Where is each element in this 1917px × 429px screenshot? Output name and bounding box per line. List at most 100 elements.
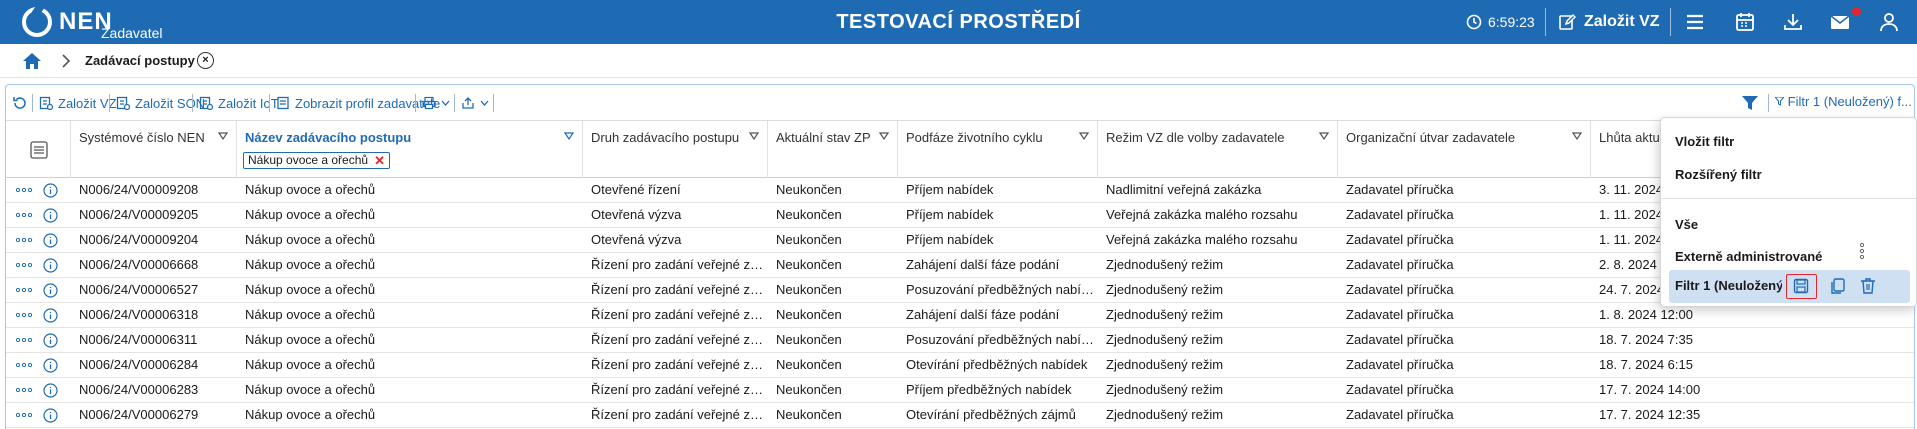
table-row[interactable]: N006/24/V00009208 Nákup ovoce a ořechů Ote… [6,178,1914,203]
info-icon[interactable] [43,283,58,298]
mail-icon[interactable] [1828,10,1852,34]
row-actions-icon[interactable] [16,313,32,317]
info-icon[interactable] [43,308,58,323]
table-cell: Řízení pro zadání veřejné zakázky [591,257,768,272]
column-header[interactable]: Režim VZ dle volby zadavatele [1098,121,1338,178]
row-actions-icon[interactable] [16,388,32,392]
row-actions-icon[interactable] [16,213,32,217]
table-row[interactable]: N006/24/V00006318 Nákup ovoce a ořechů Říz… [6,303,1914,328]
save-filter-button[interactable] [1786,274,1817,299]
column-header-label: Organizační útvar zadavatele [1346,130,1516,145]
timer-value: 6:59:23 [1488,14,1535,30]
column-header-label: Systémové číslo NEN [79,130,205,145]
column-header[interactable]: Podfáze životního cyklu [898,121,1098,178]
remove-filter-icon[interactable]: ✕ [374,153,385,168]
table-row[interactable]: N006/24/V00006311 Nákup ovoce a ořechů Říz… [6,328,1914,353]
home-icon[interactable] [22,51,42,71]
table-cell: Řízení pro zadání veřejné zakázky [591,307,768,322]
sort-icon[interactable] [1572,132,1582,140]
table-row[interactable]: N006/24/V00006279 Nákup ovoce a ořechů Říz… [6,403,1914,428]
copy-icon[interactable] [1828,276,1848,296]
external-filter-item[interactable]: Externě administrované [1675,249,1822,264]
more-vertical-icon[interactable] [1859,242,1865,260]
active-filter-selector[interactable]: Filtr 1 (Neuložený) f... [1773,94,1912,109]
close-tab-button[interactable]: × [197,52,214,69]
table-row[interactable]: N006/24/V00006527 Nákup ovoce a ořechů Říz… [6,278,1914,303]
info-icon[interactable] [43,258,58,273]
table-row[interactable]: N006/24/V00006283 Nákup ovoce a ořechů Říz… [6,378,1914,403]
row-actions-icon[interactable] [16,363,32,367]
table-row[interactable]: N006/24/V00009205 Nákup ovoce a ořechů Ote… [6,203,1914,228]
breadcrumb-current[interactable]: Zadávací postupy [85,53,195,68]
create-iot-button[interactable]: Založit IoT [199,94,279,112]
active-filter-label: Filtr 1 (Neuložený) f... [1787,94,1912,109]
column-header[interactable]: Organizační útvar zadavatele [1338,121,1591,178]
create-vz-toolbar-button[interactable]: Založit VZ [39,94,117,112]
column-settings-icon[interactable] [30,141,48,159]
table-cell: Zadavatel příručka [1346,332,1454,347]
table-cell: Otevírání předběžných zájmů [906,407,1076,422]
info-icon[interactable] [43,358,58,373]
create-vz-button[interactable]: Založit VZ [1558,0,1660,44]
table-cell: N006/24/V00006527 [79,282,199,297]
row-actions-icon[interactable] [16,338,32,342]
row-actions-icon[interactable] [16,413,32,417]
table-cell: Veřejná zakázka malého rozsahu [1106,207,1298,222]
info-icon[interactable] [43,333,58,348]
insert-filter-item[interactable]: Vložit filtr [1675,134,1734,149]
info-icon[interactable] [43,408,58,423]
info-icon[interactable] [43,383,58,398]
table-cell: Zjednodušený režim [1106,282,1224,297]
info-icon[interactable] [43,208,58,223]
sort-icon[interactable] [1319,132,1329,140]
print-menu-button[interactable] [422,94,450,112]
table-row[interactable]: N006/24/V00009204 Nákup ovoce a ořechů Ote… [6,228,1914,253]
table-cell: Řízení pro zadání veřejné zakázky [591,407,768,422]
column-settings-cell [6,121,71,178]
filter-icon[interactable] [1741,94,1759,112]
row-actions-icon[interactable] [16,288,32,292]
top-bar: NEN Zadavatel TESTOVACÍ PROSTŘEDÍ 6:59:2… [0,0,1917,44]
table-cell: Zadavatel příručka [1346,382,1454,397]
column-header[interactable]: Druh zadávacího postupu [583,121,768,178]
refresh-icon [13,97,26,109]
row-actions-icon[interactable] [16,263,32,267]
table-cell: Nákup ovoce a ořechů [245,407,376,422]
sort-icon[interactable] [879,132,889,140]
column-header[interactable]: Název zadávacího postupu Nákup ovoce a o… [237,121,583,178]
row-actions-icon[interactable] [16,188,32,192]
advanced-filter-item[interactable]: Rozšířený filtr [1675,167,1762,182]
list-icon [277,96,289,110]
table-row[interactable]: N006/24/V00006284 Nákup ovoce a ořechů Říz… [6,353,1914,378]
refresh-button[interactable] [13,94,27,112]
selected-filter-item[interactable]: Filtr 1 (Neuložený) [1669,270,1910,303]
info-icon[interactable] [43,233,58,248]
sort-icon[interactable] [1079,132,1089,140]
sort-icon[interactable] [564,132,574,140]
menu-icon[interactable] [1683,10,1707,34]
export-menu-button[interactable] [461,94,489,112]
column-filter-chip: Nákup ovoce a ořechů ✕ [243,152,390,169]
info-icon[interactable] [43,183,58,198]
table-row[interactable]: N006/24/V00006668 Nákup ovoce a ořechů Říz… [6,253,1914,278]
calendar-icon[interactable] [1733,10,1757,34]
show-profile-label: Zobrazit profil zadavatele [295,95,441,111]
all-filter-item[interactable]: Vše [1675,217,1698,232]
document-add-icon [199,96,213,110]
divider [1670,8,1671,36]
nen-logo[interactable]: NEN [22,5,113,39]
table-cell: Nadlimitní veřejná zakázka [1106,182,1262,197]
column-header[interactable]: Aktuální stav ZP [768,121,898,178]
logo-subtitle: Zadavatel [101,25,163,41]
table-cell: Neukončen [776,207,842,222]
document-add-icon [116,96,130,110]
user-icon[interactable] [1877,10,1901,34]
sort-icon[interactable] [749,132,759,140]
download-icon[interactable] [1781,10,1805,34]
table-cell: 18. 7. 2024 7:35 [1599,332,1693,347]
trash-icon[interactable] [1858,276,1878,296]
sort-icon[interactable] [218,132,228,140]
column-header[interactable]: Systémové číslo NEN [71,121,237,178]
table-cell: Nákup ovoce a ořechů [245,332,376,347]
row-actions-icon[interactable] [16,238,32,242]
